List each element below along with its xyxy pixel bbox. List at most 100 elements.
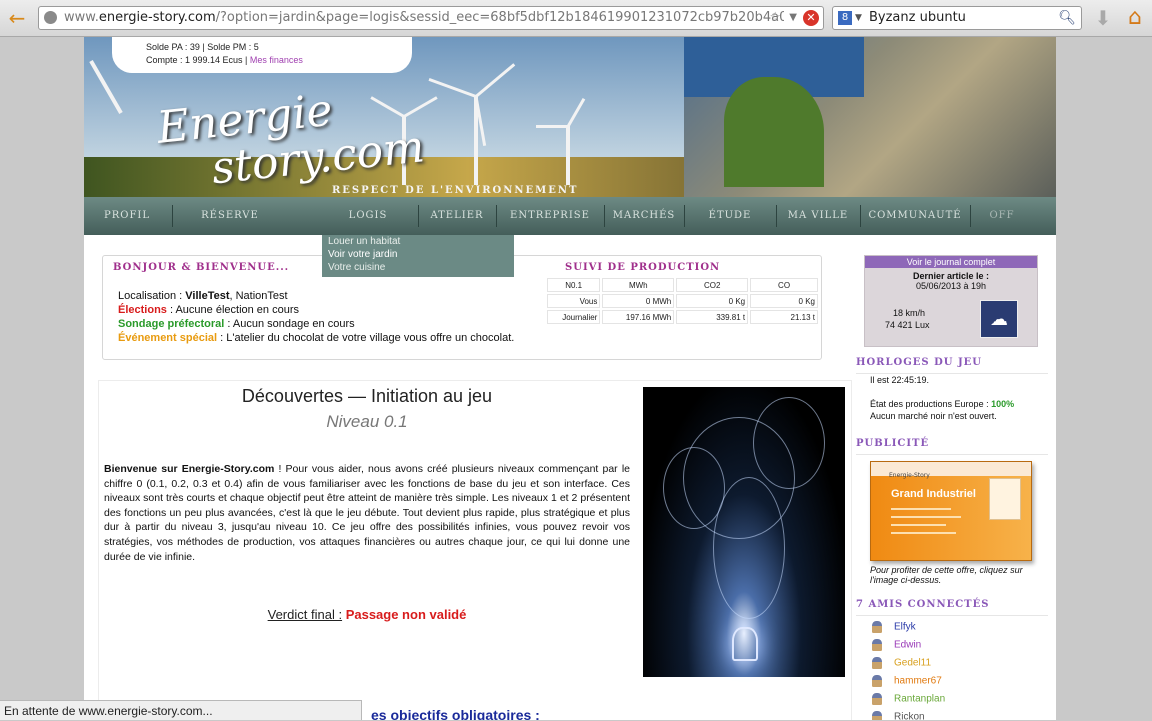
friend-item[interactable]: hammer67 <box>872 675 942 687</box>
stop-loading-icon[interactable]: ✕ <box>803 10 819 26</box>
bookmark-star-icon[interactable]: ☆ <box>769 7 781 29</box>
production-heading: SUIVI DE PRODUCTION <box>565 262 721 273</box>
main-nav: PROFIL RÉSERVE LOGIS ATELIER ENTREPRISE … <box>84 197 1056 235</box>
download-icon[interactable]: ⬇ <box>1092 6 1114 30</box>
elections-link[interactable]: Élections <box>118 304 167 316</box>
ad-text-line <box>891 532 956 534</box>
town-link[interactable]: VilleTest <box>185 290 229 302</box>
nav-separator <box>860 205 861 227</box>
sondage-link[interactable]: Sondage préfectoral <box>118 318 224 330</box>
ad-card-image <box>989 478 1021 520</box>
table-header-row: N0.1 MWh CO2 CO <box>547 278 818 292</box>
smoke-swirl <box>663 447 725 529</box>
nav-item-entreprise[interactable]: ENTREPRISE <box>498 197 602 235</box>
nav-item-ma-ville[interactable]: MA VILLE <box>778 197 858 235</box>
event-line: Événement spécial : L'atelier du chocola… <box>118 332 515 344</box>
friends-heading: 7 AMIS CONNECTÉS <box>856 599 1048 616</box>
back-arrow-icon[interactable]: ← <box>4 6 30 30</box>
submenu-item-cuisine[interactable]: Votre cuisine <box>322 261 514 274</box>
wind-turbine <box>566 125 570 185</box>
lightbulb-smoke-image <box>643 387 845 677</box>
friend-name[interactable]: Rantanplan <box>894 694 945 705</box>
ad-caption: Pour profiter de cette offre, cliquez su… <box>870 565 1023 585</box>
nav-separator <box>418 205 419 227</box>
site-tagline: RESPECT DE L'ENVIRONNEMENT <box>332 185 579 196</box>
home-icon[interactable]: ⌂ <box>1122 5 1148 31</box>
search-icon[interactable]: 🔍︎ <box>1058 7 1076 29</box>
url-text[interactable]: www.energie-story.com/?option=jardin&pag… <box>64 7 784 29</box>
table-header: N0.1 <box>547 278 601 292</box>
nav-item-atelier[interactable]: ATELIER <box>420 197 494 235</box>
friend-name[interactable]: Rickon <box>894 712 925 720</box>
clocks-heading: HORLOGES DU JEU <box>856 357 1048 374</box>
friend-name[interactable]: Elfyk <box>894 622 916 633</box>
friend-item[interactable]: Gedel11 <box>872 657 931 669</box>
production-state: État des productions Europe : 100% <box>870 399 1015 409</box>
nav-separator <box>776 205 777 227</box>
intro-text: Bienvenue sur Energie-Story.com ! Pour v… <box>104 463 630 563</box>
nav-item-logis[interactable]: LOGIS <box>320 197 416 235</box>
search-query[interactable]: Byzanz ubuntu <box>869 7 966 29</box>
address-bar[interactable]: www.energie-story.com/?option=jardin&pag… <box>38 6 824 30</box>
friend-item[interactable]: Rickon <box>872 711 925 720</box>
friend-name[interactable]: Gedel11 <box>894 658 931 669</box>
turbine-blade <box>536 125 568 128</box>
table-header: MWh <box>602 278 675 292</box>
page-title: Découvertes — Initiation au jeu <box>241 386 493 406</box>
ad-text-line <box>891 516 961 518</box>
friend-name[interactable]: Edwin <box>894 640 921 651</box>
finances-link[interactable]: Mes finances <box>250 55 303 65</box>
journal-panel: Voir le journal complet Dernier article … <box>864 255 1038 347</box>
search-engine-icon[interactable]: 8 <box>838 11 852 25</box>
browser-toolbar: ← www.energie-story.com/?option=jardin&p… <box>0 0 1152 37</box>
user-icon <box>872 711 882 720</box>
user-icon <box>872 639 882 651</box>
engine-dropdown-icon[interactable]: ▼ <box>855 7 862 29</box>
points-balance: Solde PA : 39 | Solde PM : 5 <box>146 42 259 52</box>
event-link[interactable]: Événement spécial <box>118 332 217 344</box>
table-cell: 339.81 t <box>676 310 749 324</box>
account-balance: Solde PA : 39 | Solde PM : 5 Compte : 1 … <box>112 37 412 73</box>
wind-speed: 18 km/h <box>893 308 926 318</box>
friend-name[interactable]: hammer67 <box>894 676 942 687</box>
nav-item-off[interactable]: OFF <box>972 197 1032 235</box>
submenu-item-louer[interactable]: Louer un habitat <box>322 235 514 248</box>
logis-submenu: Louer un habitat Voir votre jardin Votre… <box>322 235 514 277</box>
table-row: Journalier 197.16 MWh 339.81 t 21.13 t <box>547 310 818 324</box>
objectives-heading: es objectifs obligatoires : <box>371 707 540 720</box>
nav-item-reserve[interactable]: RÉSERVE <box>174 197 286 235</box>
elections-line: Élections : Aucune élection en cours <box>118 304 299 316</box>
submenu-item-jardin[interactable]: Voir votre jardin <box>322 248 514 261</box>
nav-item-profil[interactable]: PROFIL <box>84 197 170 235</box>
level-subtitle: Niveau 0.1 <box>326 412 408 431</box>
history-dropdown-icon[interactable]: ▼ <box>789 7 797 29</box>
table-cell: Vous <box>547 294 601 308</box>
journal-link[interactable]: Voir le journal complet <box>865 256 1037 268</box>
verdict-line: Verdict final : Passage non validé <box>267 607 467 622</box>
welcome-heading: BONJOUR & BIENVENUE... <box>113 262 290 273</box>
last-article-label: Dernier article le : <box>912 271 990 281</box>
search-bar[interactable]: 8 ▼ Byzanz ubuntu 🔍︎ <box>832 6 1082 30</box>
user-icon <box>872 657 882 669</box>
user-icon <box>872 621 882 633</box>
nav-item-communaute[interactable]: COMMUNAUTÉ <box>862 197 968 235</box>
nation-link[interactable]: , NationTest <box>230 290 288 302</box>
nav-item-etude[interactable]: ÉTUDE <box>686 197 774 235</box>
friend-item[interactable]: Rantanplan <box>872 693 945 705</box>
table-row: Vous 0 MWh 0 Kg 0 Kg <box>547 294 818 308</box>
friend-item[interactable]: Elfyk <box>872 621 916 633</box>
ad-banner[interactable]: Energie-Story Grand Industriel <box>870 461 1032 561</box>
production-table: N0.1 MWh CO2 CO Vous 0 MWh 0 Kg 0 Kg Jou… <box>545 276 820 326</box>
friend-item[interactable]: Edwin <box>872 639 921 651</box>
nav-separator <box>604 205 605 227</box>
lightbulb-icon <box>732 627 758 661</box>
table-cell: 197.16 MWh <box>602 310 675 324</box>
nav-item-marches[interactable]: MARCHÉS <box>606 197 682 235</box>
ad-text-line <box>891 524 946 526</box>
table-cell: 0 Kg <box>676 294 749 308</box>
site-identity-icon[interactable] <box>44 11 57 24</box>
banner-hill <box>724 77 824 187</box>
discovery-panel: Découvertes — Initiation au jeu Niveau 0… <box>98 380 852 720</box>
nav-separator <box>496 205 497 227</box>
black-market-status: Aucun marché noir n'est ouvert. <box>870 411 997 421</box>
